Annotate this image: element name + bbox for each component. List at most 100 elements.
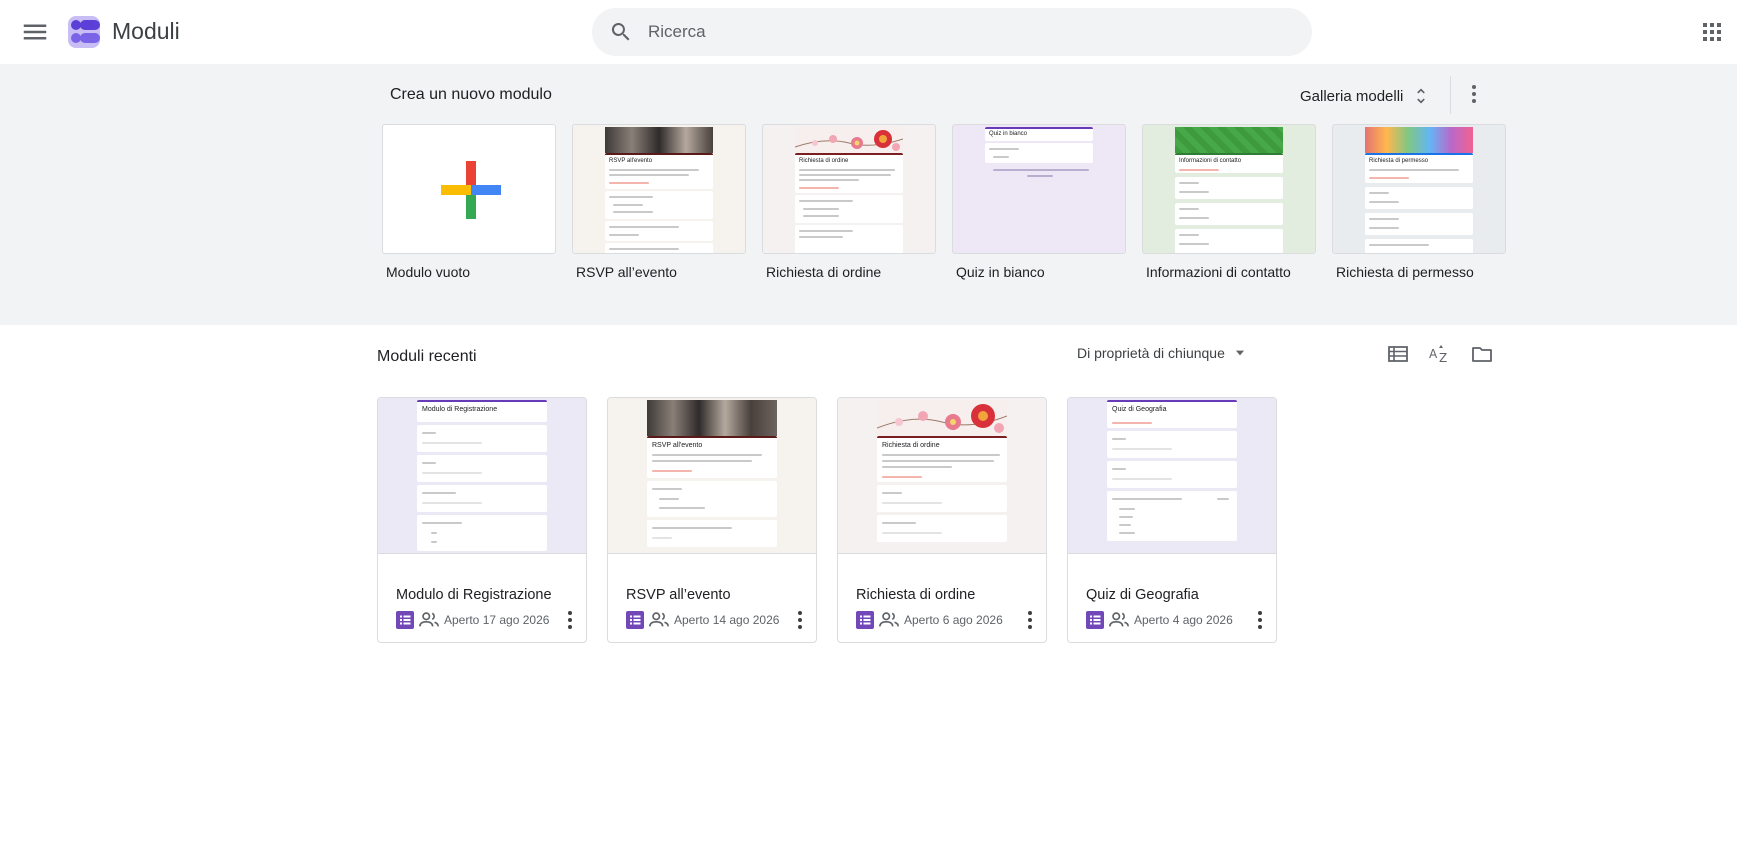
shared-people-icon xyxy=(649,612,669,627)
form-preview-card xyxy=(417,425,547,452)
form-opened-date: Aperto 14 ago 2026 xyxy=(674,613,780,627)
form-meta: Aperto 4 ago 2026 xyxy=(1086,608,1233,632)
plus-icon xyxy=(441,161,501,219)
template-thumbnail[interactable]: Informazioni di contatto xyxy=(1142,124,1316,254)
folder-icon[interactable] xyxy=(1470,342,1494,366)
menu-icon[interactable] xyxy=(20,17,50,47)
template-thumbnail[interactable]: Quiz in bianco xyxy=(952,124,1126,254)
template-label[interactable]: Richiesta di ordine xyxy=(766,264,936,280)
list-view-icon[interactable] xyxy=(1386,342,1410,366)
template-card-order[interactable]: Richiesta di ordine Richiesta di ordine xyxy=(762,124,936,280)
form-preview-card xyxy=(1175,177,1283,199)
template-section-heading: Crea un nuovo modulo xyxy=(390,86,552,103)
form-preview-card: Richiesta di ordine xyxy=(877,436,1007,482)
form-preview-title: Richiesta di permesso xyxy=(1369,158,1429,164)
form-preview-title: Richiesta di ordine xyxy=(882,442,940,449)
owner-filter-dropdown[interactable]: Di proprietà di chiunque xyxy=(1077,345,1247,361)
template-thumbnail[interactable]: Richiesta di permesso xyxy=(1332,124,1506,254)
form-preview-title: RSVP all'evento xyxy=(609,158,653,164)
more-vert-icon[interactable] xyxy=(558,608,582,632)
form-preview-card xyxy=(877,485,1007,512)
template-thumbnail[interactable] xyxy=(382,124,556,254)
form-preview-title: Richiesta di ordine xyxy=(799,158,849,164)
forms-file-icon xyxy=(1086,611,1104,629)
unfold-icon xyxy=(1417,88,1426,104)
more-vert-icon[interactable] xyxy=(1462,82,1486,106)
form-preview-card: Richiesta di permesso xyxy=(1365,153,1473,183)
search-input[interactable] xyxy=(648,8,1288,56)
form-preview-title: RSVP all'evento xyxy=(652,442,703,449)
form-preview-card xyxy=(417,485,547,512)
form-preview-card xyxy=(605,191,713,219)
svg-text:A: A xyxy=(1429,347,1438,361)
form-thumbnail[interactable]: Richiesta di ordine xyxy=(838,398,1046,554)
form-preview-card: Quiz in bianco xyxy=(985,127,1093,141)
flower-header-image xyxy=(877,400,1007,436)
flower-header-image xyxy=(795,127,903,153)
template-thumbnail[interactable]: RSVP all'evento xyxy=(572,124,746,254)
form-preview-card xyxy=(1365,213,1473,235)
template-label[interactable]: Richiesta di permesso xyxy=(1336,264,1506,280)
template-label[interactable]: Modulo vuoto xyxy=(386,264,556,280)
form-opened-date: Aperto 6 ago 2026 xyxy=(904,613,1003,627)
app-title[interactable]: Moduli xyxy=(112,18,180,45)
forms-file-icon xyxy=(626,611,644,629)
form-preview-card xyxy=(1107,461,1237,488)
form-preview-title: Modulo di Registrazione xyxy=(422,406,498,413)
more-vert-icon[interactable] xyxy=(788,608,812,632)
header-image xyxy=(647,400,777,436)
template-label[interactable]: RSVP all’evento xyxy=(576,264,746,280)
template-card-permission[interactable]: Richiesta di permesso Richiesta di perme… xyxy=(1332,124,1506,280)
form-opened-date: Aperto 4 ago 2026 xyxy=(1134,613,1233,627)
svg-text:Z: Z xyxy=(1439,351,1447,365)
template-gallery-button[interactable]: Galleria modelli xyxy=(1300,84,1431,108)
shared-people-icon xyxy=(1109,612,1129,627)
template-card-blank[interactable]: Modulo vuoto xyxy=(382,124,556,280)
form-preview-card xyxy=(417,455,547,482)
header-image xyxy=(1365,127,1473,153)
recent-form-card[interactable]: Modulo di Registrazione Modulo di Regist… xyxy=(377,397,587,643)
more-vert-icon[interactable] xyxy=(1248,608,1272,632)
form-thumbnail[interactable]: Quiz di Geografia xyxy=(1068,398,1276,554)
template-gallery-label: Galleria modelli xyxy=(1300,87,1404,105)
template-label[interactable]: Informazioni di contatto xyxy=(1146,264,1316,280)
form-preview-card xyxy=(417,515,547,551)
form-preview-card xyxy=(877,515,1007,542)
form-thumbnail[interactable]: RSVP all'evento xyxy=(608,398,816,554)
form-preview-card xyxy=(795,225,903,253)
more-vert-icon[interactable] xyxy=(1018,608,1042,632)
form-title[interactable]: RSVP all’evento xyxy=(626,587,731,603)
form-meta: Aperto 6 ago 2026 xyxy=(856,608,1003,632)
form-preview-card xyxy=(1365,187,1473,209)
form-title[interactable]: Quiz di Geografia xyxy=(1086,587,1199,603)
form-title[interactable]: Modulo di Registrazione xyxy=(396,587,552,603)
form-preview-title: Quiz in bianco xyxy=(989,131,1028,137)
forms-file-icon xyxy=(856,611,874,629)
shared-people-icon xyxy=(879,612,899,627)
form-preview-card xyxy=(1107,431,1237,458)
template-card-quiz[interactable]: Quiz in bianco Quiz in bianco xyxy=(952,124,1126,280)
template-thumbnail[interactable]: Richiesta di ordine xyxy=(762,124,936,254)
search-bar[interactable] xyxy=(592,8,1312,56)
form-title[interactable]: Richiesta di ordine xyxy=(856,587,975,603)
form-preview-card xyxy=(605,243,713,253)
recent-form-card[interactable]: Quiz di Geografia Quiz di Geografia Aper… xyxy=(1067,397,1277,643)
template-label[interactable]: Quiz in bianco xyxy=(956,264,1126,280)
form-preview-card xyxy=(1175,229,1283,253)
template-card-rsvp[interactable]: RSVP all'evento RSVP all’evento xyxy=(572,124,746,280)
template-card-contact[interactable]: Informazioni di contatto Informazioni di… xyxy=(1142,124,1316,280)
form-preview-card: Informazioni di contatto xyxy=(1175,153,1283,173)
form-preview-card xyxy=(647,481,777,517)
recent-form-card[interactable]: RSVP all'evento RSVP all’evento Aperto 1… xyxy=(607,397,817,643)
owner-filter-label: Di proprietà di chiunque xyxy=(1077,345,1225,361)
sort-az-icon[interactable]: A Z xyxy=(1428,342,1452,366)
recent-form-card[interactable]: Richiesta di ordine Richiesta di ordine xyxy=(837,397,1047,643)
recent-forms-heading: Moduli recenti xyxy=(377,348,477,365)
divider xyxy=(1450,76,1451,114)
search-icon[interactable] xyxy=(609,20,633,44)
forms-logo[interactable] xyxy=(66,14,102,50)
form-preview-card xyxy=(985,143,1093,163)
header-image xyxy=(605,127,713,153)
apps-grid-icon[interactable] xyxy=(1700,20,1724,44)
form-thumbnail[interactable]: Modulo di Registrazione xyxy=(378,398,586,554)
